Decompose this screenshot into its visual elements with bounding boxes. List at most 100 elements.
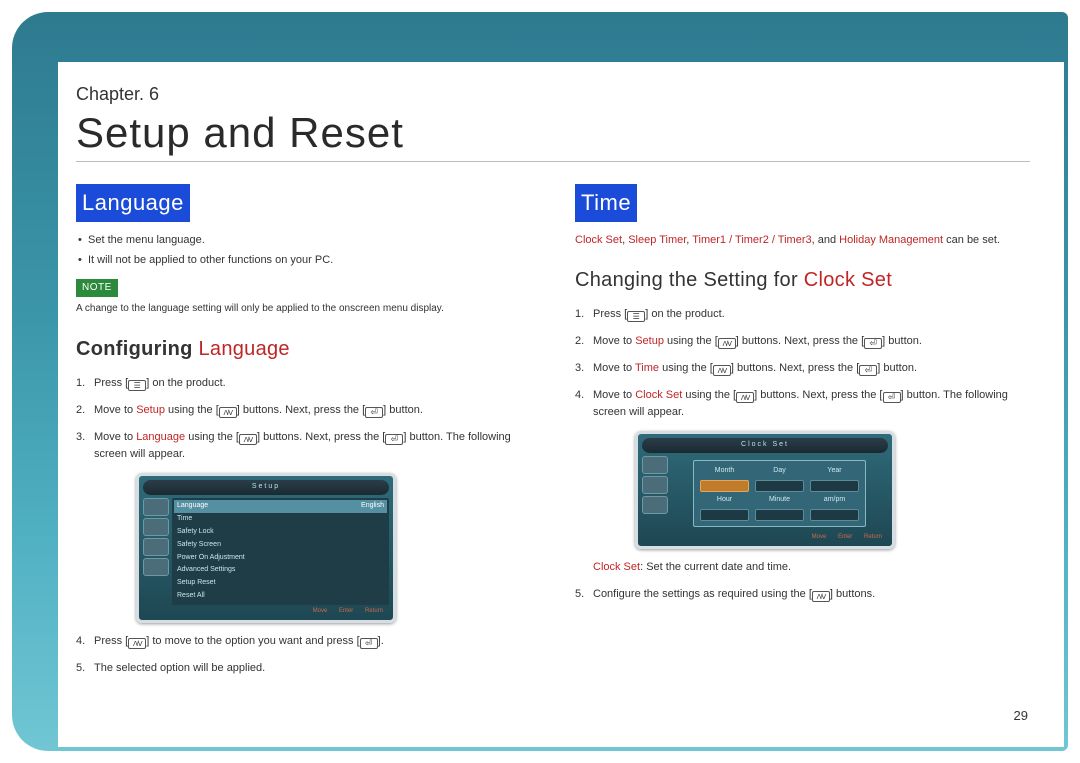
note-text: A change to the language setting will on… (76, 301, 531, 317)
enter-icon (883, 392, 901, 403)
osd-title: Setup (143, 480, 389, 495)
clock-steps: Press [] on the product. Move to Setup u… (575, 306, 1030, 421)
osd-menu-label: Safety Lock (177, 527, 214, 538)
step-text: ] buttons. Next, press the [ (237, 404, 365, 416)
osd-footer-hint: Enter (339, 608, 353, 614)
osd-side-icon (143, 558, 169, 576)
step-text: ] buttons. Next, press the [ (257, 431, 385, 443)
osd-side-icon (143, 518, 169, 536)
step-text: ] button. (383, 404, 423, 416)
clock-grid: Month Day Year Hour Minute am/pm (700, 466, 859, 521)
enter-icon (360, 638, 378, 649)
osd-side-icon (642, 456, 668, 474)
step-highlight: Clock Set (635, 389, 682, 401)
osd-footer: Move Enter Return (143, 605, 389, 616)
osd-body: LanguageEnglish Time Safety Lock Safety … (143, 498, 389, 605)
enter-icon (859, 365, 877, 376)
clock-header: Month (700, 466, 749, 477)
step-item: Press [] to move to the option you want … (76, 633, 531, 650)
step-text: ] on the product. (146, 377, 226, 389)
menu-icon (128, 380, 146, 391)
step-text: using the [ (185, 431, 239, 443)
step-highlight: Time (635, 362, 659, 374)
subheading-highlight: Clock Set (804, 269, 892, 291)
osd-menu-label: Time (177, 514, 192, 525)
osd-title: Clock Set (642, 438, 888, 453)
clock-header: am/pm (810, 495, 859, 506)
step-text: ] buttons. (830, 588, 875, 600)
osd-main: Month Day Year Hour Minute am/pm (671, 456, 888, 531)
osd-side-icon (642, 496, 668, 514)
osd-menu-label: Advanced Settings (177, 565, 235, 576)
step-item: Press [] on the product. (575, 306, 1030, 323)
updown-icon (736, 392, 754, 403)
clock-caption: Clock Set: Set the current date and time… (593, 559, 1030, 576)
clock-steps-cont: Configure the settings as required using… (575, 586, 1030, 603)
osd-menu-row: Power On Adjustment (174, 552, 387, 565)
step-text: ] button. (882, 335, 922, 347)
step-text: Move to (94, 404, 136, 416)
osd-menu-list: LanguageEnglish Time Safety Lock Safety … (172, 498, 389, 605)
step-text: ] buttons. Next, press the [ (736, 335, 864, 347)
osd-menu-row: Advanced Settings (174, 564, 387, 577)
osd-footer-hint: Move (313, 608, 328, 614)
clock-box (755, 509, 804, 521)
chapter-label: Chapter. 6 (76, 84, 1030, 105)
osd-side-icons (143, 498, 169, 605)
intro-text: can be set. (943, 234, 1000, 246)
language-steps-cont: Press [] to move to the option you want … (76, 633, 531, 677)
step-item: Configure the settings as required using… (575, 586, 1030, 603)
clock-box (810, 480, 859, 492)
updown-icon (713, 365, 731, 376)
subheading-bold: Configuring (76, 338, 193, 360)
subheading-plain: Changing the Setting for (575, 269, 804, 291)
osd-side-icon (642, 476, 668, 494)
clock-header: Hour (700, 495, 749, 506)
intro-hl: Clock Set (575, 234, 622, 246)
step-text: ]. (378, 635, 384, 647)
osd-menu-label: Power On Adjustment (177, 553, 245, 564)
step-text: Press [ (593, 308, 627, 320)
osd-menu-label: Language (177, 501, 208, 512)
clock-box (755, 480, 804, 492)
osd-side-icon (143, 498, 169, 516)
subheading-clock-set: Changing the Setting for Clock Set (575, 265, 1030, 296)
step-text: ] buttons. Next, press the [ (731, 362, 859, 374)
intro-hl: Holiday Management (839, 234, 943, 246)
step-text: Move to (593, 335, 635, 347)
step-item: Move to Time using the [] buttons. Next,… (575, 360, 1030, 377)
step-text: Configure the settings as required using… (593, 588, 812, 600)
step-item: Press [] on the product. (76, 375, 531, 392)
step-item: Move to Setup using the [] buttons. Next… (76, 402, 531, 419)
intro-text: , and (812, 234, 840, 246)
osd-menu-row: Reset All (174, 590, 387, 603)
step-text: using the [ (165, 404, 219, 416)
updown-icon (128, 638, 146, 649)
step-text: Press [ (94, 635, 128, 647)
divider-rule (76, 161, 1030, 162)
updown-icon (239, 434, 257, 445)
right-column: Time Clock Set, Sleep Timer, Timer1 / Ti… (575, 184, 1030, 687)
caption-hl: Clock Set (593, 561, 640, 573)
step-item: Move to Setup using the [] buttons. Next… (575, 333, 1030, 350)
chapter-title: Setup and Reset (76, 109, 1030, 157)
osd-menu-row: LanguageEnglish (174, 500, 387, 513)
osd-footer-hint: Enter (838, 534, 852, 540)
intro-hl: Sleep Timer (628, 234, 686, 246)
intro-hl: Timer1 / Timer2 / Timer3 (692, 234, 811, 246)
bullet-item: It will not be applied to other function… (76, 252, 531, 269)
step-highlight: Language (136, 431, 185, 443)
step-item: Move to Clock Set using the [] buttons. … (575, 387, 1030, 421)
language-bullets: Set the menu language. It will not be ap… (76, 232, 531, 269)
section-title-time: Time (575, 184, 637, 222)
osd-menu-row: Safety Lock (174, 526, 387, 539)
clock-panel: Month Day Year Hour Minute am/pm (693, 460, 866, 527)
updown-icon (718, 338, 736, 349)
osd-side-icon (143, 538, 169, 556)
osd-footer-hint: Return (365, 608, 383, 614)
osd-menu-row: Time (174, 513, 387, 526)
menu-icon (627, 311, 645, 322)
clock-box (810, 509, 859, 521)
bullet-item: Set the menu language. (76, 232, 531, 249)
step-item: The selected option will be applied. (76, 660, 531, 677)
